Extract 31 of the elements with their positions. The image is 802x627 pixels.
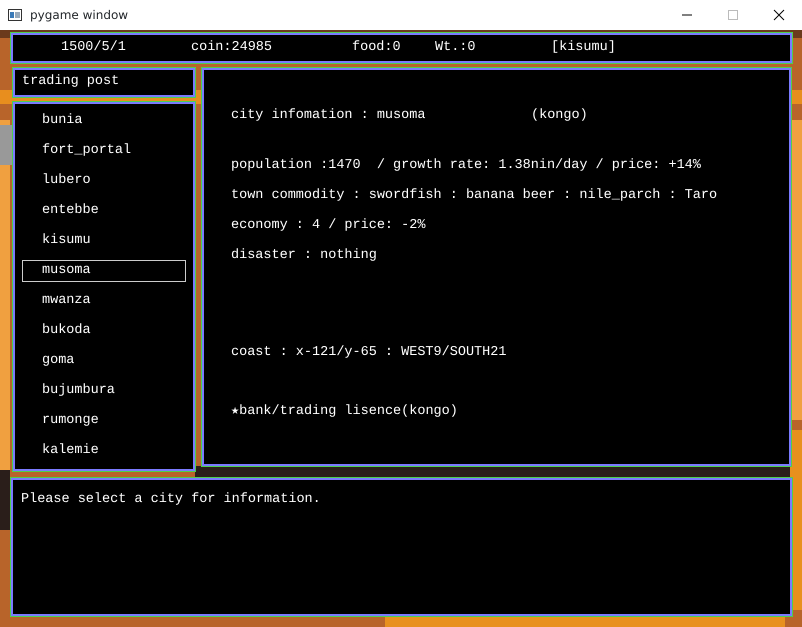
info-title: city infomation : musoma: [231, 108, 426, 125]
city-item[interactable]: mwanza: [22, 290, 186, 312]
city-item[interactable]: bujumbura: [22, 380, 186, 402]
info-line: population :1470 / growth rate: 1.38nin/day / price: +14%: [231, 158, 701, 173]
close-icon: [773, 9, 785, 21]
status-item: food:0: [352, 38, 402, 57]
city-item[interactable]: bunia: [22, 110, 186, 132]
info-line: town commodity : swordfish : banana beer : nile_parch : Taro: [231, 188, 718, 203]
status-item: 1500/5/1: [61, 38, 127, 57]
window-title: pygame window: [30, 7, 128, 24]
mode-label: trading post: [22, 73, 120, 92]
coast-line: coast : x-121/y-65 : WEST9/SOUTH21: [231, 345, 506, 360]
status-item: coin:24985: [191, 38, 274, 57]
city-item[interactable]: fort_portal: [22, 140, 186, 162]
licence-line: ★bank/trading lisence(kongo): [231, 404, 458, 419]
city-item[interactable]: lubero: [22, 170, 186, 192]
city-item[interactable]: bukoda: [22, 320, 186, 342]
maximize-icon: [728, 10, 738, 20]
info-line: disaster : nothing: [231, 248, 377, 263]
app-icon: [8, 9, 22, 21]
message-text: Please select a city for information.: [21, 492, 321, 507]
city-item[interactable]: kisumu: [22, 230, 186, 252]
info-line: economy : 4 / price: -2%: [231, 218, 426, 233]
status-item: [kisumu]: [551, 38, 616, 57]
city-item[interactable]: goma: [22, 350, 186, 372]
city-item[interactable]: musoma: [22, 260, 186, 282]
region-label: (kongo): [531, 108, 588, 125]
city-item[interactable]: entebbe: [22, 200, 186, 222]
city-item[interactable]: kalemie: [22, 440, 186, 462]
city-item[interactable]: rumonge: [22, 410, 186, 432]
status-item: Wt.:0: [435, 38, 477, 57]
